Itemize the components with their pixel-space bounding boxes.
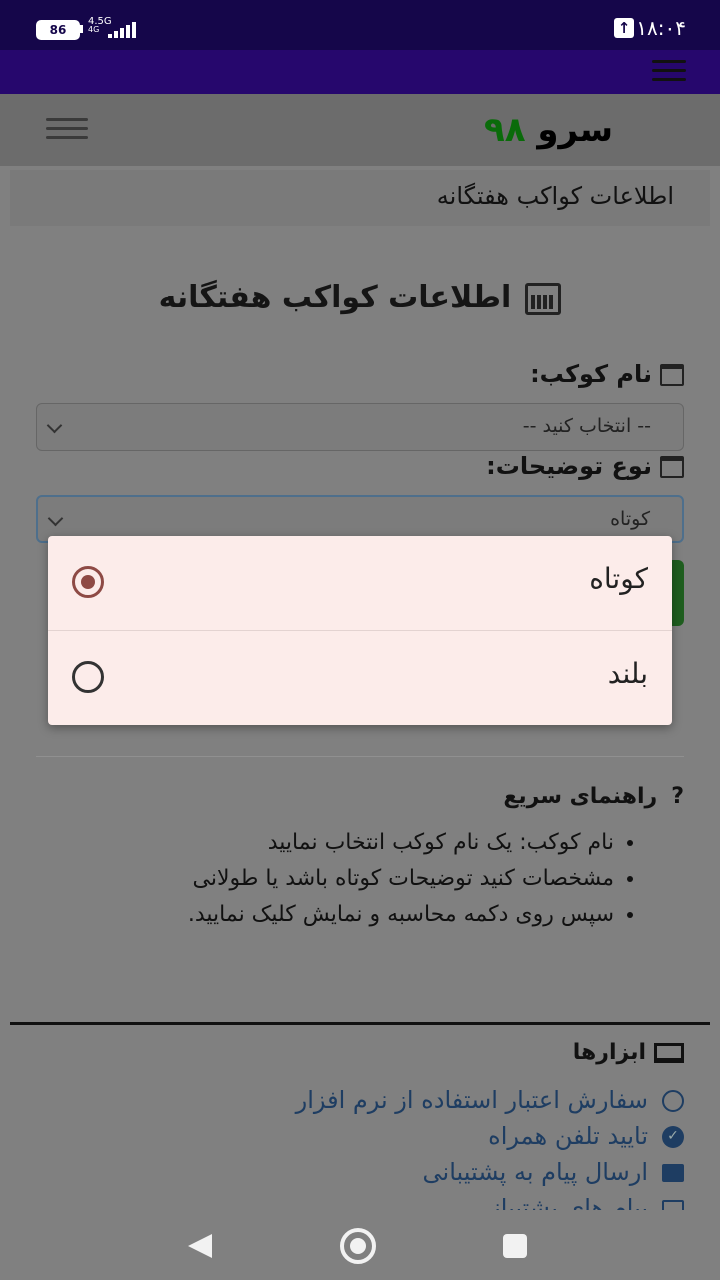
page-title: اطلاعات کواکب هفتگانه: [0, 280, 720, 315]
clock-icon: [662, 1090, 684, 1112]
top-nav-strip: [0, 50, 720, 94]
planet-select[interactable]: -- انتخاب کنید --: [36, 403, 684, 451]
recent-apps-icon[interactable]: [503, 1234, 527, 1258]
tools-title-text: ابزارها: [572, 1040, 646, 1065]
home-icon[interactable]: [340, 1228, 376, 1264]
logo-number: ۹۸: [484, 110, 526, 150]
question-icon: ?: [671, 784, 684, 809]
envelope-icon: [662, 1164, 684, 1182]
option-label: کوتاه: [589, 562, 648, 595]
planet-label-text: نام کوکب:: [530, 360, 652, 388]
signal-icon: [104, 20, 136, 38]
desc-label: نوع توضیحات:: [486, 452, 684, 480]
app-logo[interactable]: ۹۸ سرو: [484, 110, 613, 150]
dropdown-option-short[interactable]: کوتاه: [48, 536, 672, 630]
chevron-down-icon: [47, 510, 64, 527]
help-list: نام کوکب: یک نام کوکب انتخاب نمایید مشخص…: [14, 826, 640, 934]
link-support-messages[interactable]: پیام های پشتیبانی: [296, 1190, 684, 1210]
list-item: سپس روی دکمه محاسبه و نمایش کلیک نمایید.: [14, 898, 614, 932]
page-title-text: اطلاعات کواکب هفتگانه: [158, 280, 512, 315]
breadcrumb: اطلاعات کواکب هفتگانه: [10, 170, 710, 226]
planet-select-value: -- انتخاب کنید --: [522, 415, 651, 437]
monitor-icon: [654, 1043, 684, 1063]
link-send-support[interactable]: ارسال پیام به پشتیبانی: [296, 1154, 684, 1190]
chevron-down-icon: [46, 417, 63, 434]
planet-label: نام کوکب:: [530, 360, 684, 388]
dropdown-menu: کوتاه بلند: [48, 536, 672, 725]
top-menu-icon[interactable]: [652, 60, 686, 84]
submit-button-edge[interactable]: [672, 560, 684, 626]
back-icon[interactable]: [188, 1234, 212, 1258]
link-verify-phone[interactable]: ✓ تایید تلفن همراه: [296, 1118, 684, 1154]
check-circle-icon: ✓: [662, 1126, 684, 1148]
upload-icon: ↑: [614, 18, 634, 38]
help-title: ? راهنمای سریع: [503, 784, 684, 809]
desc-label-text: نوع توضیحات:: [486, 452, 652, 480]
status-bar: 86 4.5G 4G ↑ ۱۸:۰۴: [0, 0, 720, 50]
tools-title: ابزارها: [573, 1040, 684, 1065]
list-item: مشخصات کنید توضیحات کوتاه باشد یا طولانی: [14, 862, 615, 896]
system-nav-bar: [0, 1210, 720, 1280]
link-label: پیام های پشتیبانی: [474, 1194, 648, 1210]
help-title-text: راهنمای سریع: [503, 784, 658, 809]
radio-checked-icon[interactable]: [72, 566, 104, 598]
link-label: ارسال پیام به پشتیبانی: [422, 1158, 648, 1186]
calculator-icon: [525, 282, 562, 315]
link-label: تایید تلفن همراه: [488, 1122, 648, 1150]
desc-select-value: کوتاه: [610, 508, 650, 530]
calendar-icon: [660, 364, 684, 386]
battery-icon: 86: [36, 20, 80, 40]
tools-links: سفارش اعتبار استفاده از نرم افزار ✓ تایید…: [296, 1082, 684, 1210]
link-label: سفارش اعتبار استفاده از نرم افزار: [295, 1086, 648, 1114]
radio-unchecked-icon[interactable]: [72, 661, 104, 693]
tools-links-viewport: سفارش اعتبار استفاده از نرم افزار ✓ تایید…: [0, 1082, 720, 1210]
option-label: بلند: [607, 657, 648, 690]
envelope-outline-icon: [662, 1200, 684, 1210]
footer-divider: [10, 1022, 710, 1025]
link-buy-credit[interactable]: سفارش اعتبار استفاده از نرم افزار: [296, 1082, 684, 1118]
calendar-icon: [660, 456, 684, 478]
battery-tip: [80, 25, 83, 33]
section-divider: [36, 756, 684, 757]
dropdown-option-long[interactable]: بلند: [48, 631, 672, 725]
status-clock: ۱۸:۰۴: [636, 16, 686, 40]
logo-word: سرو: [537, 110, 614, 150]
menu-icon[interactable]: [46, 118, 88, 142]
list-item: نام کوکب: یک نام کوکب انتخاب نمایید: [14, 826, 614, 860]
